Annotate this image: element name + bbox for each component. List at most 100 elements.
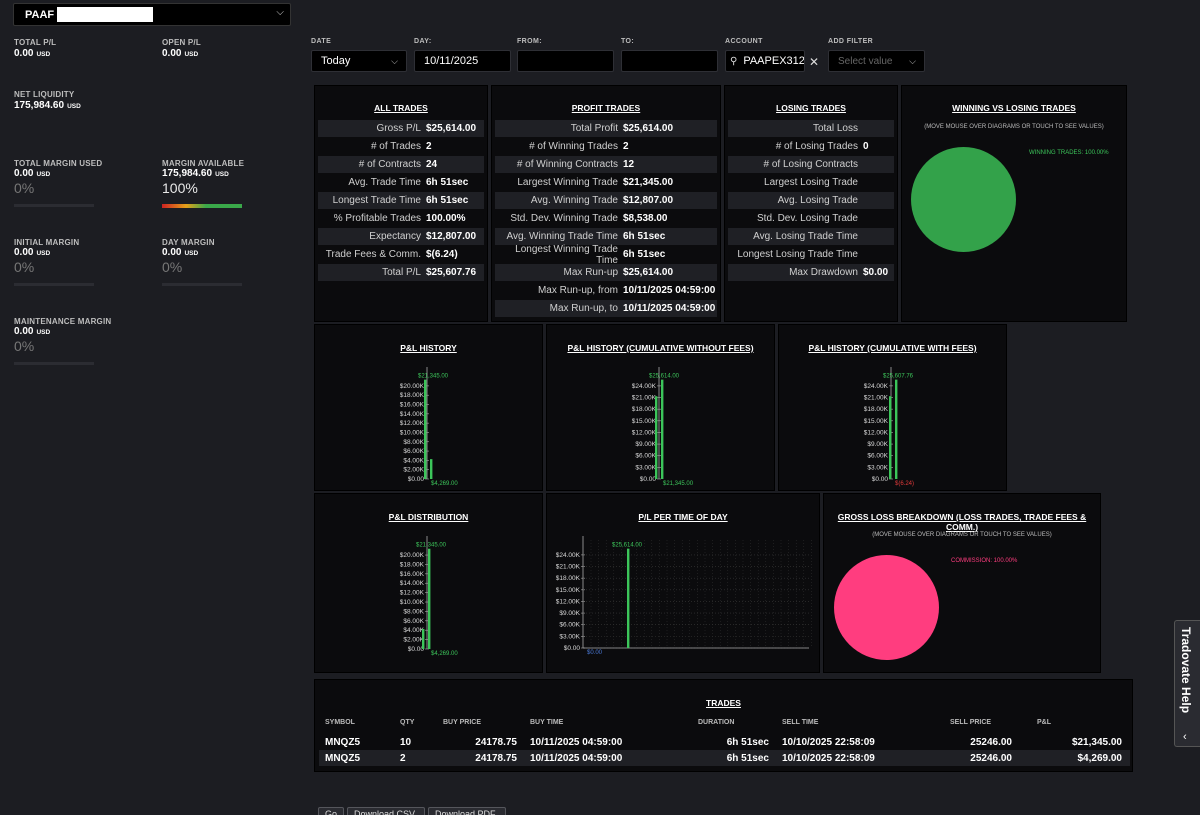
account-filter-value: PAAPEX3125 xyxy=(743,55,805,67)
pl-distribution-chart[interactable]: $20.00K $18.00K $16.00K $14.00K $12.00K $10.0… xyxy=(315,524,544,664)
stat-label: Avg. Losing Trade Time xyxy=(753,231,858,242)
table-cell: 25246.00 xyxy=(970,753,1012,764)
date-select-value: Today xyxy=(321,55,351,67)
table-cell: 6h 51sec xyxy=(726,737,769,748)
column-header[interactable]: SELL TIME xyxy=(782,719,818,726)
all-trades-panel: ALL TRADES Gross P/L $25,614.00 # of Trade… xyxy=(314,85,488,322)
stat-row: Trade Fees & Comm. $(6.24) xyxy=(318,246,484,263)
pl-history-chart[interactable]: $20.00K $18.00K $16.00K $14.00K $12.00K $10.0… xyxy=(315,355,544,490)
stat-label: Longest Winning Trade Time xyxy=(515,243,618,266)
min-value-label: $21,345.00 xyxy=(663,481,694,487)
stat-row: Max Run-up, to 10/11/2025 04:59:00 xyxy=(495,300,717,317)
clear-icon[interactable]: ✕ xyxy=(809,55,819,69)
day-filter-label: DAY: xyxy=(414,38,432,45)
table-cell: 10/10/2025 22:58:09 xyxy=(782,737,875,748)
from-input[interactable] xyxy=(517,50,614,72)
table-row[interactable]: MNQZ5 10 24178.75 10/11/2025 04:59:00 6h 51s… xyxy=(319,734,1130,750)
day-margin-pct: 0% xyxy=(162,259,183,275)
stat-value: 24 xyxy=(426,159,438,170)
account-filter-input[interactable]: ⚲ PAAPEX3125 xyxy=(725,50,805,72)
column-header[interactable]: BUY TIME xyxy=(530,719,563,726)
add-filter-select[interactable]: Select value ⌵ xyxy=(828,50,925,72)
win-pie-slice[interactable] xyxy=(911,147,1016,252)
stat-value: $25,614.00 xyxy=(623,267,674,278)
download-csv-button[interactable]: Download CSV xyxy=(347,807,425,815)
stat-label: Largest Winning Trade xyxy=(517,177,618,188)
pl-cum-no-fees-chart[interactable]: $24.00K $21.00K $18.00K $15.00K $12.00K $9.00… xyxy=(547,355,776,490)
y-tick-label: $8.00K xyxy=(403,439,424,446)
y-tick-label: $3.00K xyxy=(867,464,888,471)
gross-loss-panel: GROSS LOSS BREAKDOWN (LOSS TRADES, TRADE… xyxy=(823,493,1101,673)
bar xyxy=(895,379,898,479)
account-name: PAAF xyxy=(25,8,55,21)
stat-value: $8,538.00 xyxy=(623,213,668,224)
stat-label: Avg. Losing Trade xyxy=(777,195,858,206)
y-tick-label: $3.00K xyxy=(559,633,580,640)
y-tick-label: $2.00K xyxy=(403,637,424,644)
download-pdf-button[interactable]: Download PDF xyxy=(428,807,506,815)
table-cell: 10/11/2025 04:59:00 xyxy=(530,753,623,764)
total-margin-used-label: TOTAL MARGIN USED xyxy=(14,159,103,168)
margin-available-label: MARGIN AVAILABLE xyxy=(162,159,245,168)
stat-value: $(6.24) xyxy=(426,249,458,260)
stat-row: Total Loss xyxy=(728,120,894,137)
column-header[interactable]: SELL PRICE xyxy=(950,719,991,726)
day-input[interactable]: 10/11/2025 xyxy=(414,50,511,72)
y-tick-label: $14.00K xyxy=(400,580,425,587)
max-value-label: $25,614.00 xyxy=(612,543,643,549)
min-value-label: $(6.24) xyxy=(895,481,914,487)
y-tick-label: $24.00K xyxy=(556,552,581,559)
win-vs-lose-title: WINNING VS LOSING TRADES xyxy=(952,103,1076,113)
stat-label: Avg. Winning Trade xyxy=(530,195,618,206)
y-tick-label: $0.00 xyxy=(408,476,425,483)
y-tick-label: $6.00K xyxy=(867,453,888,460)
column-header[interactable]: P&L xyxy=(1037,719,1051,726)
y-tick-label: $18.00K xyxy=(556,575,581,582)
gross-loss-title: GROSS LOSS BREAKDOWN (LOSS TRADES, TRADE… xyxy=(837,512,1087,532)
pl-cum-no-fees-title: P&L HISTORY (CUMULATIVE WITHOUT FEES) xyxy=(567,343,754,353)
commission-pie-slice[interactable] xyxy=(834,555,939,660)
y-tick-label: $20.00K xyxy=(400,383,425,390)
pl-time-of-day-panel: P/L PER TIME OF DAY $24.00K $21.00K $18.00… xyxy=(546,493,820,673)
table-row[interactable]: MNQZ5 2 24178.75 10/11/2025 04:59:00 6h 51se… xyxy=(319,750,1130,766)
total-pl-label: TOTAL P/L xyxy=(14,38,57,47)
go-button[interactable]: Go xyxy=(318,807,344,815)
table-cell: $4,269.00 xyxy=(1077,753,1123,764)
y-tick-label: $0.00 xyxy=(408,646,425,653)
stat-value: 6h 51sec xyxy=(623,231,666,242)
column-header[interactable]: DURATION xyxy=(698,719,734,726)
y-tick-label: $12.00K xyxy=(400,420,425,427)
stat-value: 10/11/2025 04:59:00 xyxy=(623,285,716,296)
stat-row: Avg. Winning Trade Time 6h 51sec xyxy=(495,228,717,245)
date-select[interactable]: Today ⌵ xyxy=(311,50,407,72)
pl-cum-fees-chart[interactable]: $24.00K $21.00K $18.00K $15.00K $12.00K $9.00… xyxy=(779,355,1008,490)
y-tick-label: $12.00K xyxy=(400,590,425,597)
stat-label: Std. Dev. Losing Trade xyxy=(757,213,858,224)
y-tick-label: $6.00K xyxy=(403,618,424,625)
pl-time-of-day-chart[interactable]: $24.00K $21.00K $18.00K $15.00K $12.00K $9.00… xyxy=(547,524,821,672)
y-tick-label: $15.00K xyxy=(556,587,581,594)
stat-label: Avg. Trade Time xyxy=(348,177,421,188)
stat-label: Expectancy xyxy=(369,231,421,242)
min-value-label: $4,269.00 xyxy=(431,651,458,657)
column-header[interactable]: BUY PRICE xyxy=(443,719,481,726)
stat-value: $25,614.00 xyxy=(623,123,674,134)
margin-available-value: 175,984.60 USD xyxy=(162,168,229,179)
account-selector[interactable]: PAAF ⌵ xyxy=(13,3,291,26)
column-header[interactable]: QTY xyxy=(400,719,414,726)
stat-value: 2 xyxy=(623,141,629,152)
stat-label: Total Loss xyxy=(812,123,858,134)
table-cell: MNQZ5 xyxy=(325,737,360,748)
profit-trades-panel: PROFIT TRADES Total Profit $25,614.00 # of… xyxy=(491,85,721,322)
stat-label: Total P/L xyxy=(382,267,421,278)
tradovate-help-tab[interactable]: Tradovate Help ‹ xyxy=(1174,620,1200,747)
stat-label: Avg. Winning Trade Time xyxy=(506,231,618,242)
y-tick-label: $12.00K xyxy=(632,429,657,436)
column-header[interactable]: SYMBOL xyxy=(325,719,355,726)
day-margin-bar xyxy=(162,283,242,286)
net-liquidity-label: NET LIQUIDITY xyxy=(14,90,75,99)
pl-cum-fees-title: P&L HISTORY (CUMULATIVE WITH FEES) xyxy=(808,343,977,353)
to-input[interactable] xyxy=(621,50,718,72)
gross-loss-legend: COMMISSION: 100.00% xyxy=(951,558,1018,564)
pl-cum-fees-panel: P&L HISTORY (CUMULATIVE WITH FEES) $24.0… xyxy=(778,324,1007,491)
